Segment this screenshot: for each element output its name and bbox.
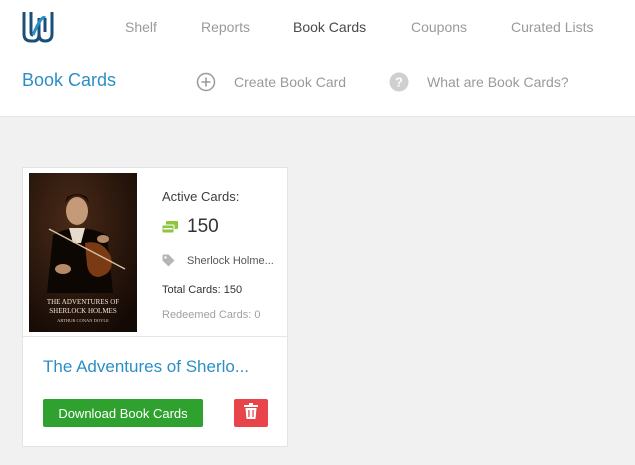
page-title: Book Cards (22, 70, 117, 90)
trash-icon (244, 402, 258, 424)
cover-author: ARTHUR CONAN DOYLE (57, 318, 109, 323)
book-cover-image[interactable]: THE ADVENTURES OF SHERLOCK HOLMES ARTHUR… (29, 173, 137, 332)
plus-circle-icon (196, 72, 216, 92)
logo-icon[interactable] (21, 10, 55, 44)
book-tag: Sherlock Holme... (162, 254, 287, 267)
book-tag-label: Sherlock Holme... (187, 254, 274, 267)
nav-shelf[interactable]: Shelf (125, 19, 157, 35)
cover-title-line1: THE ADVENTURES OF (47, 298, 119, 306)
help-book-cards-link[interactable]: ? What are Book Cards? (389, 71, 569, 93)
card-divider (23, 336, 287, 337)
help-book-cards-label: What are Book Cards? (427, 74, 569, 90)
page-header: Book Cards Create Book Card ? What are B… (0, 56, 635, 117)
book-card: THE ADVENTURES OF SHERLOCK HOLMES ARTHUR… (22, 167, 288, 447)
book-title-link[interactable]: The Adventures of Sherlo... (43, 357, 268, 377)
redeemed-cards: Redeemed Cards: 0 (162, 309, 261, 321)
active-count-row: 150 (161, 216, 219, 238)
download-book-cards-button[interactable]: Download Book Cards (43, 399, 203, 427)
nav-reports[interactable]: Reports (201, 19, 250, 35)
tag-icon (162, 254, 175, 267)
create-book-card-button[interactable]: Create Book Card (196, 71, 346, 93)
top-nav: Shelf Reports Book Cards Coupons Curated… (0, 0, 635, 56)
cards-icon (161, 220, 178, 234)
svg-text:?: ? (395, 75, 403, 90)
delete-button[interactable] (234, 399, 268, 427)
create-book-card-label: Create Book Card (234, 74, 347, 90)
cover-title-line2: SHERLOCK HOLMES (49, 307, 117, 315)
content-area: THE ADVENTURES OF SHERLOCK HOLMES ARTHUR… (0, 117, 635, 465)
total-cards: Total Cards: 150 (162, 284, 243, 296)
active-cards-count: 150 (187, 216, 219, 237)
active-cards-label: Active Cards: (162, 189, 240, 204)
nav-curated-lists[interactable]: Curated Lists (511, 19, 593, 35)
nav-coupons[interactable]: Coupons (411, 19, 467, 35)
question-circle-icon: ? (389, 72, 409, 92)
nav-book-cards[interactable]: Book Cards (293, 19, 366, 35)
